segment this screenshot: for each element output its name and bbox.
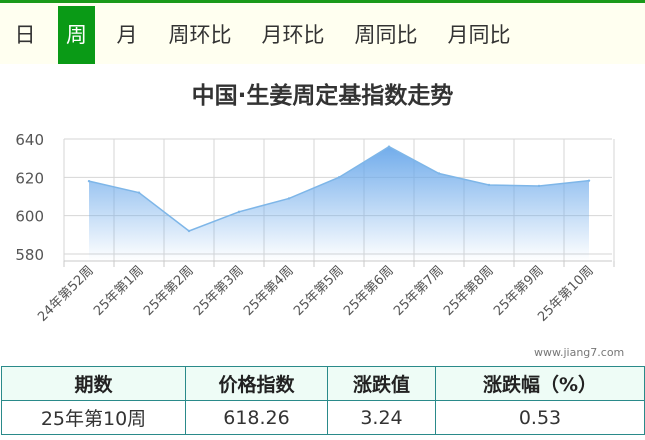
period-tab-bar: 日 周 月 周环比 月环比 周同比 月同比 — [0, 0, 645, 64]
cell-change-value: 3.24 — [327, 400, 436, 435]
x-tick-label: 25年第8周 — [441, 263, 497, 319]
y-tick-label: 580 — [15, 246, 44, 264]
y-tick-label: 600 — [15, 208, 44, 226]
data-point — [437, 172, 441, 175]
x-tick-label: 25年第1周 — [91, 263, 147, 319]
index-trend-chart: 580600620640 24年第52周25年第1周25年第2周25年第3周25… — [15, 131, 615, 325]
cell-period: 25年第10周 — [1, 400, 186, 435]
tab-week-on-week[interactable]: 周环比 — [160, 6, 240, 64]
header-change-value: 涨跌值 — [327, 366, 436, 401]
data-point — [487, 183, 491, 187]
watermark-text: www.jiang7.com — [534, 346, 625, 359]
y-tick-label: 640 — [15, 131, 44, 149]
x-axis-ticks: 24年第52周25年第1周25年第2周25年第3周25年第4周25年第5周25年… — [35, 263, 597, 325]
data-point — [187, 229, 191, 233]
data-point — [237, 210, 241, 214]
data-point — [537, 184, 541, 188]
y-axis-ticks: 580 600 620 640 — [15, 131, 44, 264]
tab-month-on-month[interactable]: 月环比 — [253, 6, 333, 64]
tab-week-year-on-year[interactable]: 周同比 — [346, 6, 426, 64]
x-tick-label: 25年第5周 — [291, 263, 347, 319]
header-change-percent: 涨跌幅（%） — [435, 366, 645, 401]
data-point — [587, 179, 591, 182]
data-point — [287, 197, 291, 200]
index-data-table: 期数 价格指数 涨跌值 涨跌幅（%） 25年第10周 618.26 3.24 0… — [1, 366, 645, 435]
data-point — [87, 179, 91, 183]
data-point — [337, 176, 341, 179]
x-tick-label: 25年第4周 — [241, 263, 297, 319]
x-tick-label: 24年第52周 — [35, 263, 97, 325]
x-tick-label: 25年第6周 — [341, 263, 397, 319]
tab-day[interactable]: 日 — [6, 6, 44, 64]
header-period: 期数 — [1, 366, 186, 401]
chart-title: 中国·生姜周定基指数走势 — [191, 83, 454, 109]
tab-week[interactable]: 周 — [58, 6, 95, 64]
data-point — [387, 145, 391, 148]
x-tick-label: 25年第3周 — [191, 263, 247, 319]
cell-change-percent: 0.53 — [435, 400, 645, 435]
tab-month[interactable]: 月 — [108, 6, 146, 64]
table-row: 25年第10周 618.26 3.24 0.53 — [1, 400, 645, 435]
series-area — [87, 145, 591, 261]
header-price-index: 价格指数 — [185, 366, 328, 401]
x-tick-label: 25年第2周 — [141, 263, 197, 319]
table-header-row: 期数 价格指数 涨跌值 涨跌幅（%） — [1, 366, 645, 401]
x-tick-label: 25年第7周 — [391, 263, 447, 319]
cell-price-index: 618.26 — [185, 400, 328, 435]
y-tick-label: 620 — [15, 169, 44, 187]
data-point — [137, 191, 141, 194]
tab-month-year-on-year[interactable]: 月同比 — [439, 6, 519, 64]
